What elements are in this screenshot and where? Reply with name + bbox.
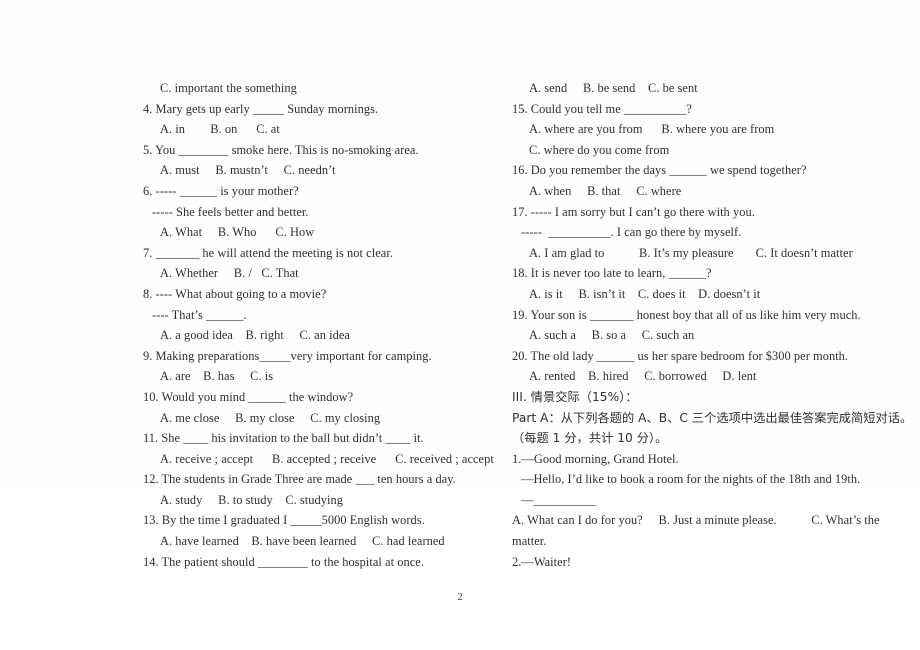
text-line: A. me close B. my close C. my closing — [160, 410, 381, 425]
text-line: 19. Your son is _______ honest boy that … — [512, 307, 861, 322]
text-line: ----- She feels better and better. — [152, 204, 309, 219]
text-line: （每题 1 分，共计 10 分）。 — [512, 431, 668, 446]
text-line: A. a good idea B. right C. an idea — [160, 328, 350, 343]
text-line: A. send B. be send C. be sent — [529, 81, 698, 95]
text-line: A. must B. mustn’t C. needn’t — [160, 163, 336, 178]
text-line: —Hello, I’d like to book a room for the … — [521, 472, 861, 487]
text-line: —__________ — [521, 492, 596, 507]
text-line: 4. Mary gets up early _____ Sunday morni… — [143, 101, 379, 116]
text-line: 12. The students in Grade Three are made… — [143, 472, 456, 487]
text-line: A. when B. that C. where — [529, 183, 682, 198]
text-line: A. I am glad to B. It’s my pleasure C. I… — [529, 245, 853, 260]
text-line: 8. ---- What about going to a movie? — [143, 286, 327, 301]
text-line: 2.—Waiter! — [512, 554, 572, 569]
text-line: 10. Would you mind ______ the window? — [143, 389, 354, 404]
text-line: C. important the something — [160, 81, 297, 95]
text-line: A. rented B. hired C. borrowed D. lent — [529, 369, 757, 384]
text-line: 5. You ________ smoke here. This is no-s… — [143, 142, 419, 157]
page-number: 2 — [457, 592, 463, 603]
text-line: 16. Do you remember the days ______ we s… — [512, 163, 807, 178]
text-line: 14. The patient should ________ to the h… — [143, 554, 424, 569]
text-line: A. receive ; accept B. accepted ; receiv… — [160, 451, 494, 466]
text-line: 9. Making preparations_____very importan… — [143, 348, 432, 363]
text-line: A. What can I do for you? B. Just a minu… — [512, 513, 880, 528]
text-line: A. What B. Who C. How — [160, 225, 315, 240]
text-line: III. 情景交际（15%）： — [512, 389, 638, 404]
left-question-column: C. important the something 4. Mary gets u… — [143, 0, 503, 572]
text-line: A. are B. has C. is — [160, 369, 274, 384]
text-line: 7. _______ he will attend the meeting is… — [143, 245, 393, 260]
text-line: 13. By the time I graduated I _____5000 … — [143, 513, 425, 528]
text-line: A. where are you from B. where you are f… — [529, 122, 775, 137]
text-line: Part A：从下列各题的 A、B、C 三个选项中选出最佳答案完成简短对话。 — [512, 410, 913, 425]
text-line: A. have learned B. have been learned C. … — [160, 534, 445, 549]
text-line: ---- That’s ______. — [152, 307, 247, 322]
text-line: 1.—Good morning, Grand Hotel. — [512, 451, 679, 466]
text-line: A. is it B. isn’t it C. does it D. doesn… — [529, 286, 761, 301]
text-line: C. where do you come from — [529, 142, 670, 157]
text-line: A. Whether B. / C. That — [160, 266, 299, 281]
text-line: 17. ----- I am sorry but I can’t go ther… — [512, 204, 755, 219]
text-line: matter. — [512, 534, 547, 549]
text-line: A. such a B. so a C. such an — [529, 328, 695, 343]
text-line: ----- __________. I can go there by myse… — [521, 225, 742, 240]
exam-paper-page: C. important the something 4. Mary gets u… — [0, 0, 920, 650]
text-line: 6. ----- ______ is your mother? — [143, 183, 299, 198]
text-line: A. in B. on C. at — [160, 122, 280, 137]
text-line: 18. It is never too late to learn, _____… — [512, 266, 712, 281]
text-line: 11. She ____ his invitation to the ball … — [143, 431, 424, 446]
text-line: 15. Could you tell me __________? — [512, 101, 692, 116]
text-line: 20. The old lady ______ us her spare bed… — [512, 348, 849, 363]
text-line: A. study B. to study C. studying — [160, 492, 344, 507]
right-question-column: A. send B. be send C. be sent 15. Could y… — [512, 0, 913, 572]
